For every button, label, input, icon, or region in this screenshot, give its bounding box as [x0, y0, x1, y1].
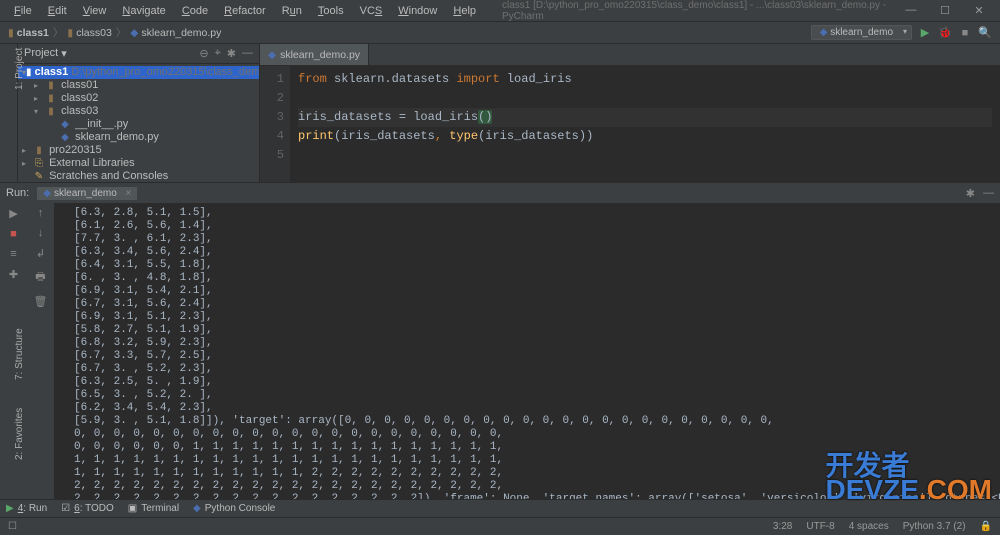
python-icon: ◆ [193, 503, 201, 514]
python-icon: ◆ [58, 132, 72, 143]
editor-gutter: 1 2 3 4 5 [260, 66, 290, 182]
collapse-icon[interactable]: ⊖ [199, 47, 208, 60]
status-position[interactable]: 3:28 [773, 521, 792, 532]
scratch-icon: ✎ [32, 171, 46, 182]
menu-window[interactable]: Window [392, 3, 443, 19]
project-tree: ▾▮ class1 D:\python_pro_omo220315\class_… [18, 64, 259, 182]
python-icon: ◆ [820, 27, 828, 38]
select-target-icon[interactable]: ⌖ [215, 47, 221, 60]
status-icon[interactable]: ☐ [8, 521, 17, 532]
tool-tab-terminal[interactable]: ▣Terminal [128, 503, 179, 514]
python-icon: ◆ [268, 49, 276, 61]
editor-tab-label: sklearn_demo.py [280, 49, 360, 61]
menu-run[interactable]: Run [276, 3, 308, 19]
python-icon: ◆ [43, 188, 51, 199]
menu-code[interactable]: Code [176, 3, 214, 19]
tree-row-file[interactable]: ◆ __init__.py [18, 118, 259, 131]
close-icon[interactable]: ✕ [966, 4, 992, 17]
tool-tab-run[interactable]: ▶4: Run [6, 503, 47, 514]
breadcrumb: ▮class1 〉 ▮class03 〉 ◆sklearn_demo.py [8, 25, 221, 40]
library-icon: ⎘ [32, 158, 46, 169]
menu-edit[interactable]: Edit [42, 3, 73, 19]
tree-row-folder[interactable]: ▸▮ pro220315 [18, 144, 259, 157]
tool-tab-project[interactable]: 1: Project [14, 48, 25, 90]
breadcrumb-item[interactable]: ◆sklearn_demo.py [130, 27, 221, 39]
down-icon[interactable]: ↓ [38, 227, 44, 239]
soft-wrap-icon[interactable]: ↲ [36, 247, 45, 260]
project-header: Project [24, 47, 58, 59]
stop-icon[interactable]: ■ [10, 228, 17, 240]
window-title: class1 [D:\python_pro_omo220315\class_de… [486, 0, 898, 22]
python-icon: ◆ [58, 119, 72, 130]
console-output[interactable]: [6.3, 2.8, 5.1, 1.5], [6.1, 2.6, 5.6, 1.… [54, 203, 1000, 499]
folder-icon: ▮ [44, 106, 58, 117]
tool-tab-todo[interactable]: ☑6: TODO [61, 503, 114, 514]
breadcrumb-item[interactable]: ▮class03 [67, 27, 111, 39]
hide-icon[interactable]: — [242, 47, 253, 60]
hide-icon[interactable]: — [983, 187, 994, 200]
tree-row-folder[interactable]: ▾▮ class03 [18, 105, 259, 118]
print-icon[interactable]: 🖶 [35, 268, 45, 287]
gear-icon[interactable]: ✱ [966, 187, 975, 200]
maximize-icon[interactable]: ☐ [932, 4, 958, 17]
editor-tab-bar: ◆ sklearn_demo.py [260, 44, 1000, 66]
python-icon: ◆ [130, 27, 138, 39]
lock-icon[interactable]: 🔒 [980, 521, 992, 532]
project-tool-window: Project ▾ ⊖ ⌖ ✱ — ▾▮ class1 D:\python_pr… [18, 44, 260, 182]
run-icon[interactable]: ▶ [918, 26, 932, 40]
todo-icon: ☑ [61, 503, 70, 514]
tree-row-libraries[interactable]: ▸⎘ External Libraries [18, 157, 259, 170]
run-config-dropdown[interactable]: ◆ sklearn_demo [811, 25, 912, 40]
tree-row-root[interactable]: ▾▮ class1 D:\python_pro_omo220315\class_… [18, 66, 259, 79]
tree-row-scratches[interactable]: ✎ Scratches and Consoles [18, 170, 259, 182]
tree-row-file[interactable]: ◆ sklearn_demo.py [18, 131, 259, 144]
debug-icon[interactable]: 🐞 [938, 26, 952, 40]
tree-row-folder[interactable]: ▸▮ class02 [18, 92, 259, 105]
folder-icon: ▮ [67, 27, 73, 39]
menu-tools[interactable]: Tools [312, 3, 350, 19]
status-indent[interactable]: 4 spaces [849, 521, 889, 532]
editor-tab[interactable]: ◆ sklearn_demo.py [260, 44, 369, 65]
folder-icon: ▮ [26, 67, 32, 78]
folder-icon: ▮ [8, 27, 14, 39]
terminal-icon: ▣ [128, 503, 137, 514]
menu-help[interactable]: Help [447, 3, 482, 19]
tool-tab-structure[interactable]: 7: Structure [14, 328, 25, 380]
menu-refactor[interactable]: Refactor [218, 3, 272, 19]
stop-icon[interactable]: ■ [958, 26, 972, 40]
run-tool-tab[interactable]: ◆ sklearn_demo × [37, 187, 137, 200]
layout-icon[interactable]: ≡ [10, 248, 16, 260]
run-icon: ▶ [6, 503, 14, 514]
folder-icon: ▮ [32, 145, 46, 156]
trash-icon[interactable]: 🗑 [34, 295, 48, 308]
tool-tab-favorites[interactable]: 2: Favorites [14, 408, 25, 460]
tree-row-folder[interactable]: ▸▮ class01 [18, 79, 259, 92]
pin-icon[interactable]: ✚ [9, 268, 18, 281]
code-editor[interactable]: 1 2 3 4 5 from sklearn.datasets import l… [260, 66, 1000, 182]
menu-navigate[interactable]: Navigate [116, 3, 171, 19]
menu-vcs[interactable]: VCS [354, 3, 389, 19]
folder-icon: ▮ [44, 80, 58, 91]
folder-icon: ▮ [44, 93, 58, 104]
run-tool-label: Run: [6, 187, 29, 199]
main-menu: File Edit View Navigate Code Refactor Ru… [4, 3, 486, 19]
gear-icon[interactable]: ✱ [227, 47, 236, 60]
run-tool-toolbar: ▶ ■ ≡ ✚ ↑ ↓ ↲ 🖶 🗑 [0, 203, 54, 499]
search-icon[interactable]: 🔍 [978, 26, 992, 40]
rerun-icon[interactable]: ▶ [9, 207, 17, 220]
menu-file[interactable]: File [8, 3, 38, 19]
breadcrumb-item[interactable]: ▮class1 [8, 27, 49, 39]
status-encoding[interactable]: UTF-8 [806, 521, 834, 532]
menu-view[interactable]: View [77, 3, 113, 19]
minimize-icon[interactable]: — [898, 4, 924, 17]
editor-content[interactable]: from sklearn.datasets import load_iris i… [290, 66, 1000, 182]
tool-tab-python-console[interactable]: ◆Python Console [193, 503, 275, 514]
up-icon[interactable]: ↑ [38, 207, 44, 219]
status-interpreter[interactable]: Python 3.7 (2) [903, 521, 966, 532]
